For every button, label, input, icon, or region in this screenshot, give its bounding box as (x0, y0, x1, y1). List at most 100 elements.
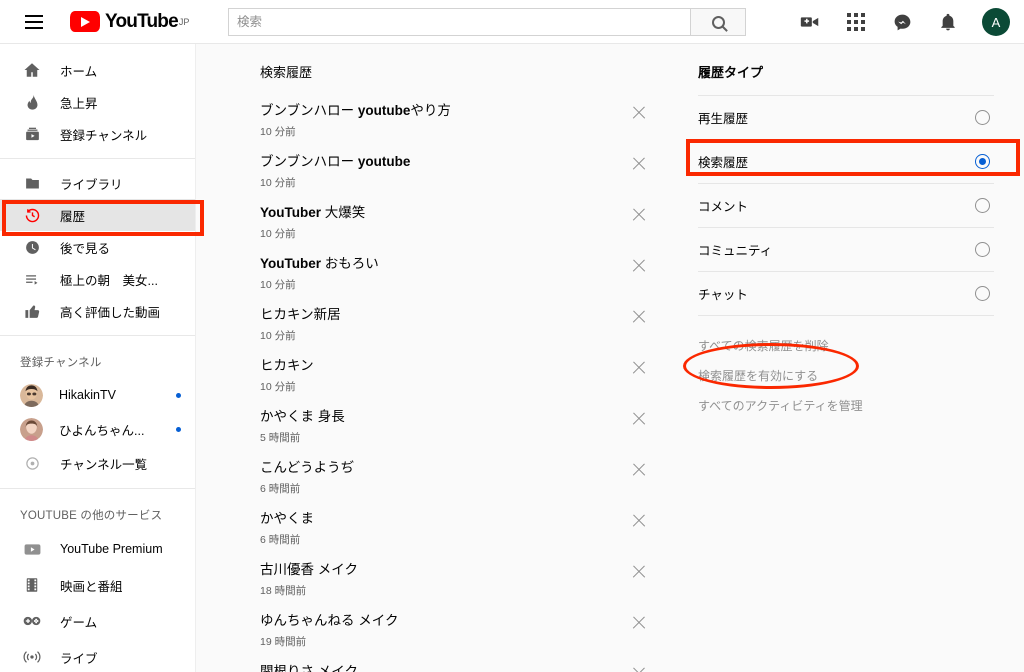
sidebar-divider-2 (0, 335, 195, 336)
notifications-bell-icon[interactable] (936, 10, 960, 34)
history-timestamp: 19 時間前 (260, 636, 307, 649)
history-query-text: ヒカキン (260, 358, 314, 373)
history-type-panel: 履歴タイプ 再生履歴 検索履歴 コメント コミュニティ チャット すべての検索履… (670, 44, 1024, 672)
history-list-item[interactable]: こんどうようぢ 6 時間前 (260, 460, 670, 511)
history-query-text: かやくま (260, 511, 314, 526)
youtube-logo-text: YouTube (105, 11, 179, 32)
search-icon (711, 15, 725, 29)
manage-all-activity-link[interactable]: すべてのアクティビティを管理 (698, 390, 1024, 420)
sidebar-channel-hiyon[interactable]: ひよんちゃん... (0, 412, 195, 446)
history-timestamp: 6 時間前 (260, 534, 301, 547)
clear-all-search-history-link[interactable]: すべての検索履歴を削除 (698, 330, 1024, 360)
history-list-item[interactable]: ブンブンハロー youtube 10 分前 (260, 154, 670, 205)
close-x-icon[interactable] (630, 512, 648, 530)
history-timestamp: 10 分前 (260, 279, 296, 292)
radio-button[interactable] (975, 242, 990, 257)
history-type-option-comments[interactable]: コメント (698, 184, 994, 227)
chevron-circle-icon (20, 456, 44, 471)
sidebar-item-channel-list[interactable]: チャンネル一覧 (0, 446, 195, 480)
close-x-icon[interactable] (630, 104, 648, 122)
sidebar-item-home[interactable]: ホーム (0, 54, 195, 86)
hamburger-menu-icon[interactable] (14, 2, 54, 42)
history-type-title: 履歴タイプ (698, 65, 764, 80)
history-list-item[interactable]: 関根りさ メイク (260, 664, 670, 672)
history-list-item[interactable]: ヒカキン 10 分前 (260, 358, 670, 409)
sidebar-item-label: ゲーム (60, 615, 98, 630)
close-x-icon[interactable] (630, 206, 648, 224)
option-label: 検索履歴 (698, 156, 749, 170)
radio-button[interactable] (975, 198, 990, 213)
history-list-item[interactable]: かやくま 6 時間前 (260, 511, 670, 562)
subscriptions-heading: 登録チャンネル (20, 357, 102, 369)
sidebar-item-history[interactable]: 履歴 (0, 199, 195, 231)
history-timestamp: 6 時間前 (260, 483, 301, 496)
thumbs-up-icon (20, 303, 44, 320)
search-submit-button[interactable] (690, 8, 746, 36)
header-icon-group: A (798, 0, 1010, 44)
sidebar-channel-hikakintv[interactable]: HikakinTV (0, 378, 195, 412)
history-type-option-community[interactable]: コミュニティ (698, 228, 994, 271)
history-list-item[interactable]: ブンブンハロー youtubeやり方 10 分前 (260, 103, 670, 154)
history-query-text: ブンブンハロー youtubeやり方 (260, 103, 451, 118)
close-x-icon[interactable] (630, 359, 648, 377)
option-label: コミュニティ (698, 244, 773, 258)
gaming-controller-icon (20, 611, 44, 631)
close-x-icon[interactable] (630, 665, 648, 672)
sidebar-item-label: 後で見る (60, 241, 111, 256)
sidebar-item-label: 履歴 (60, 209, 86, 224)
history-list-item[interactable]: 古川優香 メイク 18 時間前 (260, 562, 670, 613)
history-timestamp: 10 分前 (260, 126, 296, 139)
video-add-icon[interactable] (798, 10, 822, 34)
sidebar-item-subscriptions[interactable]: 登録チャンネル (0, 118, 195, 150)
history-query-text: 古川優香 メイク (260, 562, 358, 577)
sidebar-item-trending[interactable]: 急上昇 (0, 86, 195, 118)
sidebar-item-label: YouTube Premium (60, 542, 163, 556)
sidebar-item-live[interactable]: ライブ (0, 639, 195, 672)
sidebar-item-library[interactable]: ライブラリ (0, 167, 195, 199)
close-x-icon[interactable] (630, 155, 648, 173)
close-x-icon[interactable] (630, 257, 648, 275)
sidebar-item-movies-shows[interactable]: 映画と番組 (0, 567, 195, 603)
close-x-icon[interactable] (630, 461, 648, 479)
apps-grid-icon[interactable] (844, 10, 868, 34)
sidebar-item-playlist[interactable]: 極上の朝 美女... (0, 263, 195, 295)
account-avatar[interactable]: A (982, 8, 1010, 36)
history-type-option-watch[interactable]: 再生履歴 (698, 96, 994, 139)
history-list-item[interactable]: ヒカキン新居 10 分前 (260, 307, 670, 358)
search-input[interactable] (228, 8, 690, 36)
search-area (228, 8, 746, 36)
history-list-item[interactable]: YouTuber おもろい 10 分前 (260, 256, 670, 307)
sidebar-item-liked-videos[interactable]: 高く評価した動画 (0, 295, 195, 327)
history-type-option-chat[interactable]: チャット (698, 272, 994, 315)
messages-icon[interactable] (890, 10, 914, 34)
sidebar-item-label: ホーム (60, 64, 98, 79)
history-list-item[interactable]: ゆんちゃんねる メイク 19 時間前 (260, 613, 670, 664)
close-x-icon[interactable] (630, 410, 648, 428)
radio-button-selected[interactable] (975, 154, 990, 169)
history-timestamp: 10 分前 (260, 228, 296, 241)
sidebar-item-gaming[interactable]: ゲーム (0, 603, 195, 639)
history-list-item[interactable]: かやくま 身長 5 時間前 (260, 409, 670, 460)
sidebar-item-youtube-premium[interactable]: YouTube Premium (0, 531, 195, 567)
sidebar-item-label: 極上の朝 美女... (60, 273, 158, 288)
more-from-youtube-heading: YOUTUBE の他のサービス (20, 510, 163, 522)
youtube-logo[interactable]: YouTube JP (70, 11, 189, 32)
enable-search-history-link[interactable]: 検索履歴を有効にする (698, 360, 1024, 390)
history-query-text: ブンブンハロー youtube (260, 154, 411, 169)
close-x-icon[interactable] (630, 563, 648, 581)
radio-button[interactable] (975, 110, 990, 125)
history-type-option-search[interactable]: 検索履歴 (698, 140, 994, 183)
sidebar-item-watch-later[interactable]: 後で見る (0, 231, 195, 263)
sidebar-item-label: ライブ (60, 651, 98, 666)
sidebar-item-label: 登録チャンネル (60, 128, 148, 143)
history-list-item[interactable]: YouTuber 大爆笑 10 分前 (260, 205, 670, 256)
live-broadcast-icon (20, 647, 44, 667)
history-query-text: ゆんちゃんねる メイク (260, 613, 399, 628)
new-content-dot (176, 392, 181, 398)
left-sidebar: ホーム 急上昇 登録チャンネル ライブラリ 履歴 後で見る 極上の朝 美女...… (0, 44, 196, 672)
history-query-text: かやくま 身長 (260, 409, 345, 424)
search-history-list-panel: 検索履歴 ブンブンハロー youtubeやり方 10 分前 ブンブンハロー yo… (196, 44, 670, 672)
close-x-icon[interactable] (630, 614, 648, 632)
radio-button[interactable] (975, 286, 990, 301)
close-x-icon[interactable] (630, 308, 648, 326)
